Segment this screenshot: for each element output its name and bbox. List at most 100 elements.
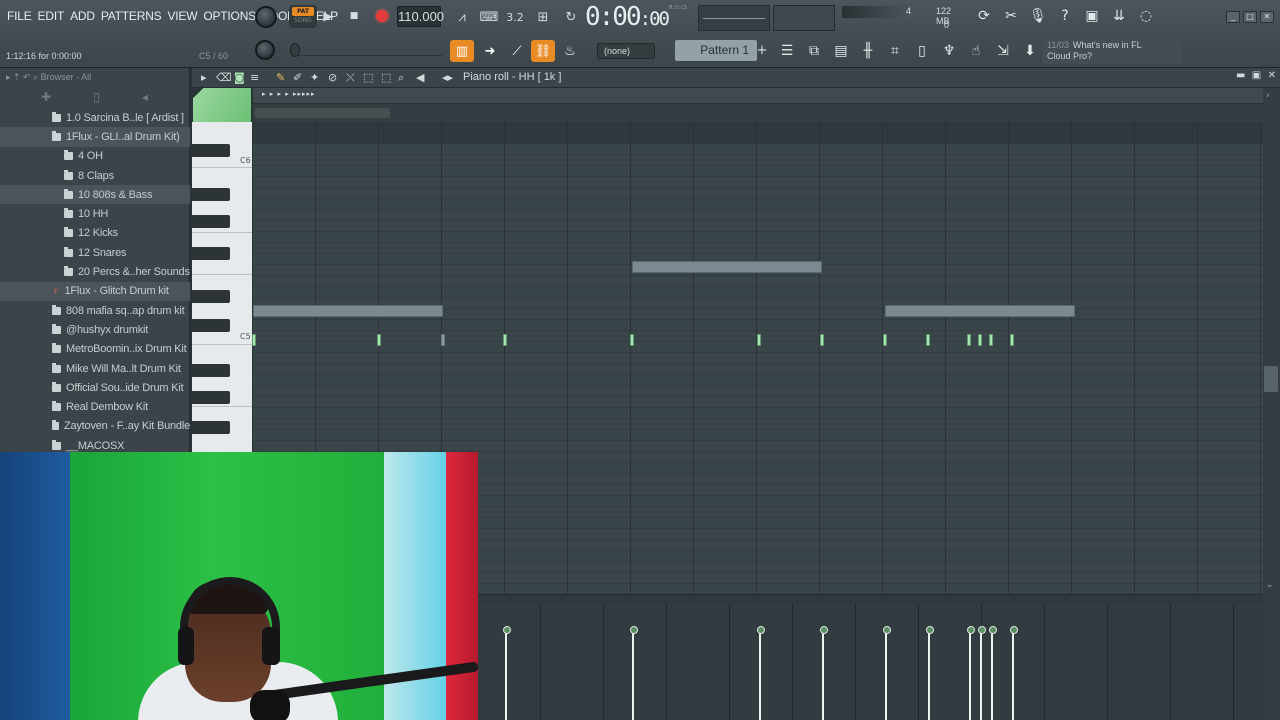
file-icon[interactable]: ▯ [93,90,100,104]
arrow-button[interactable]: ➜ [478,40,502,62]
event-editor-divider[interactable] [478,594,1263,604]
ghost-note[interactable] [253,305,443,317]
browser-item[interactable]: 12 Snares [0,243,190,262]
speaker-icon[interactable]: ◂ [142,90,148,104]
velocity-stem[interactable] [967,626,975,720]
magnet-icon[interactable]: ⌫ [216,71,232,84]
note[interactable] [967,334,971,346]
draw-tool-icon[interactable]: ✎ [276,71,285,84]
master-volume-knob[interactable] [255,6,277,28]
black-key[interactable] [192,421,230,434]
cut-button[interactable]: ✂ [1000,5,1022,27]
black-key[interactable] [192,290,230,303]
browser-item[interactable]: Real Dembow Kit [0,397,190,416]
plus-icon[interactable]: ✚ [41,90,51,104]
browser-item[interactable]: 1.0 Sarcina B..le [ Ardist ] [0,108,190,127]
playback-tool-icon[interactable]: ◀ [416,71,424,84]
select-tool-icon[interactable]: ⬚ [363,71,373,84]
chevron-right-icon[interactable]: › [1266,91,1270,101]
save-button[interactable]: ▣ [1081,5,1103,27]
menu-view[interactable]: VIEW [164,9,200,23]
magnifier-icon[interactable]: ⌕ [398,71,404,85]
mixer-button[interactable]: ╫ [857,40,879,62]
browser-item[interactable]: Mike Will Ma..lt Drum Kit [0,359,190,378]
channel-rack-button[interactable]: ▤ [830,40,852,62]
menu-file[interactable]: FILE [4,9,35,23]
stop-button[interactable]: ■ [343,5,365,27]
loop-record-button[interactable]: ↻ [560,7,582,27]
note[interactable] [820,334,824,346]
piano-roll-window-controls[interactable]: ▬ ▣ ✕ [1236,70,1276,81]
menu-arrow-icon[interactable]: ▸ [201,71,207,84]
project-info-button[interactable]: ▯ [911,40,933,62]
snap-dropdown[interactable]: (none) [597,43,655,59]
snap-link-button[interactable]: ⛓ [531,40,555,62]
note[interactable] [883,334,887,346]
main-pitch-slider[interactable] [290,43,300,57]
note[interactable] [441,334,445,346]
browser-item[interactable]: 8 Claps [0,166,190,185]
browser-item[interactable]: 12 Kicks [0,224,190,243]
velocity-stem[interactable] [978,626,986,720]
piano-roll-hscroll[interactable] [253,104,1263,122]
pencil-mode-button[interactable]: ⟋ [505,40,529,62]
piano-roll-timeline[interactable] [253,88,1263,104]
tempo-display[interactable]: 110.000 [397,6,444,27]
pat-song-toggle[interactable]: PAT SONG [289,5,317,28]
velocity-event-lane[interactable] [478,604,1263,720]
record-button[interactable] [371,5,393,27]
ghost-note[interactable] [885,305,1075,317]
velocity-stem[interactable] [757,626,765,720]
master-pitch-knob[interactable] [255,40,275,60]
slice-tool-icon[interactable]: ⤬ [346,71,355,85]
black-key[interactable] [192,188,230,201]
add-pattern-button[interactable]: + [756,40,768,61]
song-time-display[interactable]: 0:00:00 M:S:CS [585,2,697,32]
mute-tool-icon[interactable]: ⊘ [328,71,337,84]
touch-keyboard-button[interactable]: ☝ [965,40,987,62]
piano-roll-vscroll[interactable]: › ⌄ [1263,88,1280,596]
piano-roll-corner-tab[interactable] [193,88,251,122]
browser-item[interactable]: 4 OH [0,147,190,166]
play-button[interactable]: ▶ [317,5,339,27]
piano-roll-view-button[interactable]: ▥ [450,40,474,62]
note[interactable] [926,334,930,346]
velocity-stem[interactable] [989,626,997,720]
browser-item[interactable]: Zaytoven - F..ay Kit Bundle [0,417,190,436]
velocity-stem[interactable] [926,626,934,720]
menu-icon[interactable]: ≡ [250,71,259,84]
black-key[interactable] [192,319,230,332]
headphones-icon[interactable]: ◙ [234,71,245,84]
note[interactable] [630,334,634,346]
countdown-button[interactable]: 3.2 [504,7,526,27]
black-key[interactable] [192,144,230,157]
chevron-down-icon[interactable]: ⌄ [1266,580,1274,590]
black-key[interactable] [192,391,230,404]
delete-tool-icon[interactable]: ✦ [310,71,319,84]
black-key[interactable] [192,215,230,228]
browser-item[interactable]: 10 808s & Bass [0,185,190,205]
black-key[interactable] [192,364,230,377]
help-button[interactable]: ? [1054,5,1076,27]
close-button[interactable]: ✕ [1260,11,1274,23]
browser-item[interactable]: 808 mafia sq..ap drum kit [0,301,190,320]
metronome-button[interactable]: ⩘ [451,7,473,27]
black-key[interactable] [192,247,230,260]
paint-tool-icon[interactable]: ✐ [293,71,302,84]
pattern-selector[interactable]: Pattern 1 [675,40,757,61]
download-button[interactable]: ⬇ [1019,40,1041,62]
browser-item[interactable]: MetroBoomin..ix Drum Kit [0,340,190,359]
browser-item[interactable]: 10 HH [0,204,190,223]
piano-keyboard[interactable] [192,122,252,452]
target-channel-icon[interactable]: ◂▸ [442,71,453,84]
maximize-button[interactable]: □ [1243,11,1257,23]
note[interactable] [503,334,507,346]
piano-roll-vscroll-thumb[interactable] [1264,366,1278,392]
note[interactable] [252,334,256,346]
menu-patterns[interactable]: PATTERNS [98,9,165,23]
browser-button[interactable]: ⌗ [884,40,906,62]
velocity-stem[interactable] [630,626,638,720]
zoom-tool-icon[interactable]: ⬚ [381,71,391,84]
note[interactable] [757,334,761,346]
stamp-button[interactable]: ♨ [558,40,582,62]
